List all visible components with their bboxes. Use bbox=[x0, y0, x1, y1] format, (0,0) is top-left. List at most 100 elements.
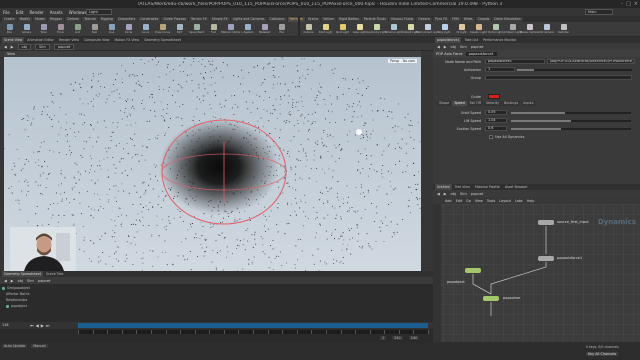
shelf-tool-curve[interactable]: Curve bbox=[139, 24, 152, 34]
shelf-tab-terrain-fx[interactable]: Terrain FX bbox=[188, 16, 209, 22]
shelf-tool-font[interactable]: Font bbox=[207, 24, 220, 34]
range-end-field-2[interactable]: 240 bbox=[408, 336, 420, 340]
shelf-tool-portal-light[interactable]: Portal Light bbox=[488, 24, 503, 34]
shelf-tab-oceans[interactable]: Oceans bbox=[416, 16, 433, 22]
shelf-tool-camera[interactable]: Camera bbox=[302, 24, 315, 34]
shelf-tool-tube[interactable]: Tube bbox=[37, 24, 50, 34]
auto-update-button[interactable]: Auto Update bbox=[2, 344, 28, 348]
shelf-tab-vellum[interactable]: Vellum bbox=[321, 16, 337, 22]
shelf-tool-switcher[interactable]: Switcher bbox=[557, 24, 570, 34]
back-icon[interactable]: ◀ bbox=[4, 279, 7, 283]
shelf-tab-particles[interactable]: Particles bbox=[287, 16, 305, 22]
desktop-selector[interactable]: Light bbox=[86, 9, 112, 15]
orbit-speed-input[interactable]: 0.05 bbox=[485, 110, 507, 115]
shelf-tool-vr-camera[interactable]: VR Camera bbox=[539, 24, 554, 34]
node-popaxisforce1[interactable] bbox=[538, 256, 554, 261]
shelf-tab-viscous-fluids[interactable]: Viscous Fluids bbox=[388, 16, 416, 22]
jump-end-icon[interactable]: ⏭ bbox=[46, 323, 50, 328]
shelf-tab-grains[interactable]: Grains bbox=[305, 16, 321, 22]
network-menu-labs[interactable]: Labs bbox=[515, 199, 523, 203]
shelf-tool-null[interactable]: Null bbox=[88, 24, 101, 34]
network-menu-go[interactable]: Go bbox=[466, 199, 471, 203]
shelf-tool-environment-light[interactable]: Environment Light bbox=[416, 24, 439, 34]
key-all-channels-button[interactable]: Key All Channels bbox=[586, 352, 619, 356]
shelf-tool-torus[interactable]: Torus bbox=[54, 24, 67, 34]
shelf-tool-point-light[interactable]: Point Light bbox=[319, 24, 332, 34]
shelf-tool-metaball[interactable]: Metaball bbox=[258, 24, 271, 34]
shelf-tab-rigging[interactable]: Rigging bbox=[98, 16, 115, 22]
network-menu-add[interactable]: Add bbox=[445, 199, 452, 203]
node-name-input[interactable]: popaxisforce1 bbox=[485, 59, 545, 64]
param-tab-inputs[interactable]: Inputs bbox=[521, 101, 536, 106]
network-menu-tools[interactable]: Tools bbox=[487, 199, 495, 203]
shelf-tool-circle[interactable]: Circle bbox=[122, 24, 135, 34]
param-tab-bindings[interactable]: Bindings bbox=[501, 101, 521, 106]
back-icon[interactable]: ◀ bbox=[437, 192, 440, 196]
node-popobject[interactable] bbox=[465, 268, 481, 273]
minimize-icon[interactable]: – bbox=[621, 1, 624, 7]
path-obj[interactable]: obj bbox=[451, 45, 456, 49]
shelf-tool-gi-light[interactable]: GI Light bbox=[455, 24, 468, 34]
jump-start-icon[interactable]: ⏮ bbox=[30, 323, 34, 328]
forward-icon[interactable]: ▶ bbox=[444, 192, 447, 196]
shelf-tool-path[interactable]: Path bbox=[173, 24, 186, 34]
shelf-tab-modify[interactable]: Modify bbox=[17, 16, 33, 22]
shelf-tool-platonic-solids[interactable]: Platonic Solids bbox=[221, 24, 240, 34]
network-menu-view[interactable]: View bbox=[475, 199, 483, 203]
list-item[interactable]: Sim/popobject bbox=[2, 286, 30, 290]
shelf-tab-polygon[interactable]: Polygon bbox=[47, 16, 65, 22]
play-icon[interactable]: ▶ bbox=[41, 323, 44, 328]
shelf-tool-grid[interactable]: Grid bbox=[71, 24, 84, 34]
network-menu-layout[interactable]: Layout bbox=[499, 199, 511, 203]
back-icon[interactable]: ◀ bbox=[4, 45, 7, 49]
path-sim[interactable]: Sim bbox=[460, 45, 467, 49]
desktop-search[interactable]: Main bbox=[585, 9, 613, 15]
close-icon[interactable]: × bbox=[634, 1, 638, 7]
guide-color-swatch[interactable] bbox=[488, 94, 500, 99]
timeline-ruler[interactable] bbox=[78, 330, 429, 334]
shelf-tool-geometry-light[interactable]: Geometry Light bbox=[366, 24, 387, 34]
path-popnet[interactable]: popnet bbox=[53, 43, 75, 50]
shelf-tab-characters[interactable]: Characters bbox=[115, 16, 138, 22]
shelf-tool-stereo-camera[interactable]: Stereo Camera bbox=[520, 24, 539, 34]
param-tab-fall-off[interactable]: Fall Off bbox=[467, 101, 484, 106]
node-name-field[interactable]: popaxisforce1 bbox=[465, 51, 497, 56]
shelf-tab-rigid-bodies[interactable]: Rigid Bodies bbox=[337, 16, 361, 22]
path-obj[interactable]: obj bbox=[17, 43, 32, 50]
shelf-tool-spray-paint[interactable]: Spray Paint bbox=[189, 24, 204, 34]
range-end-field[interactable]: 240 bbox=[392, 336, 403, 340]
node-popsolver[interactable] bbox=[483, 296, 499, 301]
shelf-tab-wires[interactable]: Wires bbox=[461, 16, 475, 22]
group-input[interactable] bbox=[485, 75, 632, 80]
node-path-input[interactable]: /obj/POP.014.AxisForce/AxisForce1/POPAxi… bbox=[547, 59, 635, 64]
shelf-tool-volume-light[interactable]: Volume Light bbox=[385, 24, 402, 34]
path-sim[interactable]: Sim bbox=[35, 43, 50, 50]
path-popnet[interactable]: popnet bbox=[471, 192, 484, 196]
param-tab-speed[interactable]: Speed bbox=[452, 101, 467, 106]
param-tab-velocity[interactable]: Velocity bbox=[484, 101, 501, 106]
forward-icon[interactable]: ▶ bbox=[11, 45, 14, 49]
view-menu-label[interactable]: View bbox=[7, 52, 15, 56]
list-item[interactable]: Relationships bbox=[6, 298, 27, 302]
persp-menu[interactable]: Persp bbox=[388, 59, 401, 63]
shelf-tab-lights-and-cameras[interactable]: Lights and Cameras bbox=[230, 16, 267, 22]
menu-assets[interactable]: Assets bbox=[50, 10, 63, 15]
shelf-tab-guide-process[interactable]: Guide Process bbox=[161, 16, 188, 22]
menu-edit[interactable]: Edit bbox=[16, 10, 24, 15]
shelf-tab-create[interactable]: Create bbox=[2, 16, 17, 22]
shelf-tool-sky-light[interactable]: Sky Light bbox=[438, 24, 451, 34]
path-sim[interactable]: Sim bbox=[460, 192, 467, 196]
handle-icon[interactable] bbox=[356, 129, 362, 135]
network-menu-help[interactable]: Help bbox=[527, 199, 535, 203]
current-frame[interactable]: 116 bbox=[2, 323, 8, 327]
shelf-tool-draw-curve[interactable]: Draw Curve bbox=[155, 24, 170, 34]
shelf-tab-collisions[interactable]: Collisions bbox=[267, 16, 287, 22]
activation-slider[interactable] bbox=[517, 69, 632, 71]
forward-icon[interactable]: ▶ bbox=[444, 45, 447, 49]
suction-speed-slider[interactable] bbox=[511, 128, 631, 130]
forward-icon[interactable]: ▶ bbox=[11, 279, 14, 283]
shelf-tab-particle-fluids[interactable]: Particle Fluids bbox=[361, 16, 388, 22]
shelf-tool-area-light[interactable]: Area Light bbox=[353, 24, 366, 34]
shelf-tab-deform[interactable]: Deform bbox=[65, 16, 82, 22]
path-popnet[interactable]: popnet bbox=[471, 45, 484, 49]
